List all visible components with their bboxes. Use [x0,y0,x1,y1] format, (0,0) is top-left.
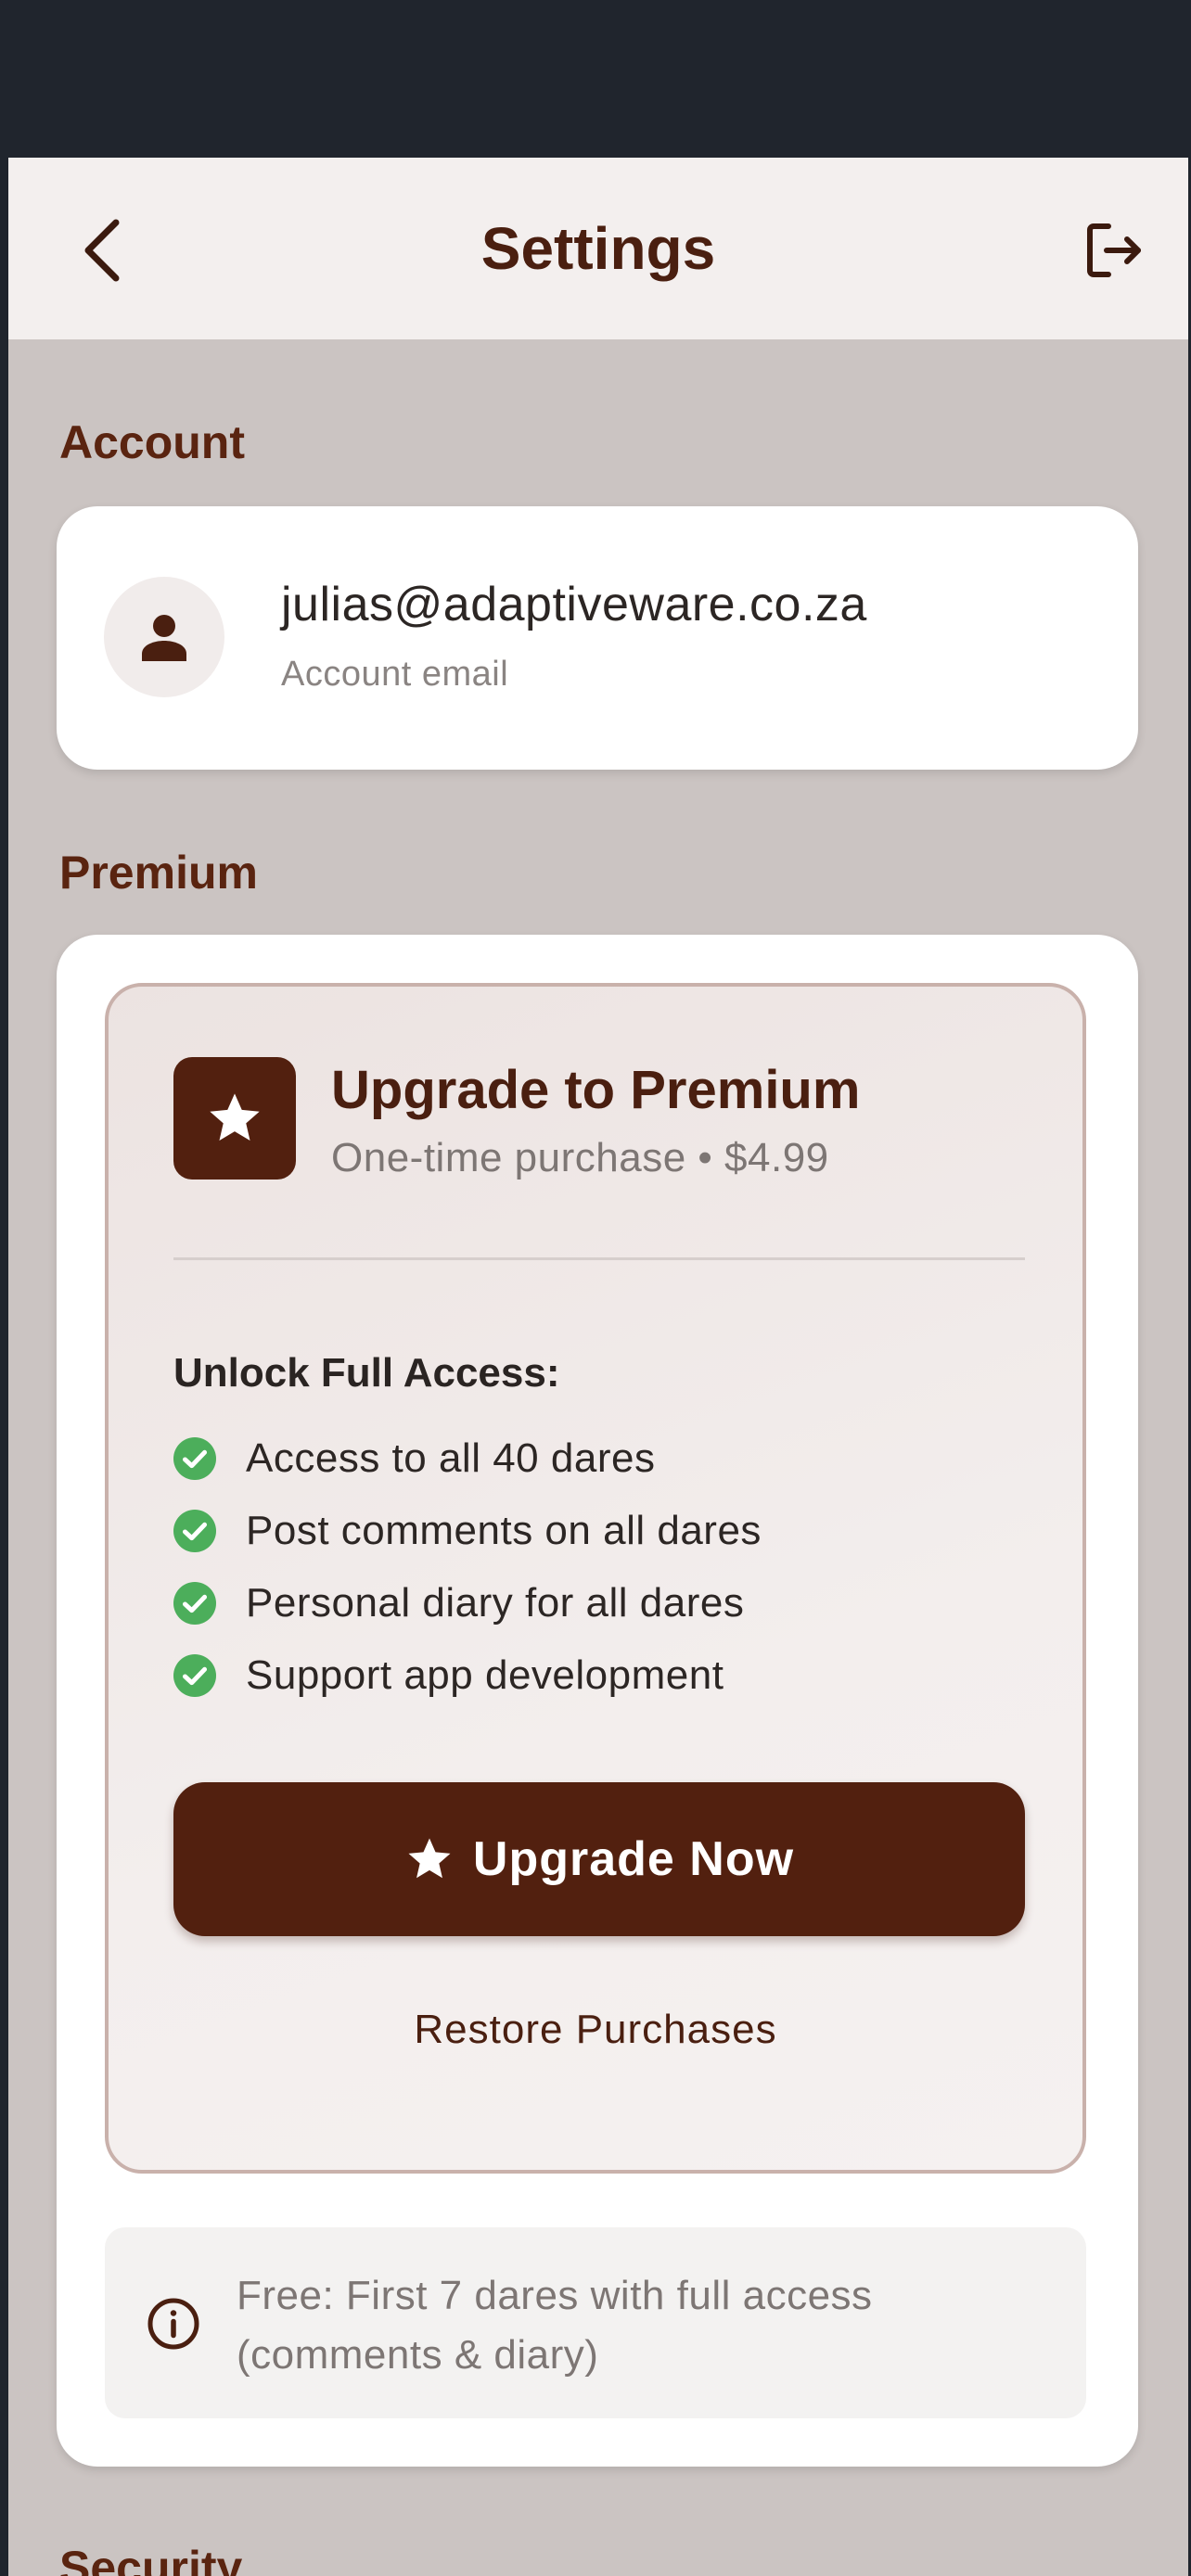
star-icon [210,1093,260,1141]
feature-text: Support app development [246,1652,724,1698]
upgrade-now-label: Upgrade Now [472,1832,795,1886]
feature-text: Access to all 40 dares [246,1435,656,1481]
account-card: julias@adaptiveware.co.za Account email [57,506,1138,770]
upgrade-now-button[interactable]: Upgrade Now [173,1782,1025,1936]
list-item: Post comments on all dares [173,1495,762,1567]
account-email: julias@adaptiveware.co.za [281,578,867,631]
page-title: Settings [480,215,716,282]
avatar [104,577,224,697]
list-item: Access to all 40 dares [173,1422,762,1495]
divider [173,1257,1025,1260]
feature-text: Post comments on all dares [246,1508,762,1553]
check-circle-icon [173,1654,216,1697]
free-info-box: Free: First 7 dares with full access (co… [105,2227,1086,2418]
check-circle-icon [173,1582,216,1625]
feature-text: Personal diary for all dares [246,1580,745,1626]
person-icon [142,615,186,661]
star-badge [173,1057,296,1180]
star-icon [408,1838,451,1879]
top-app-bar: Settings [8,158,1188,339]
back-button[interactable] [64,213,138,287]
check-circle-icon [173,1437,216,1480]
upgrade-price: One-time purchase • $4.99 [331,1135,829,1180]
feature-list: Access to all 40 dares Post comments on … [173,1422,762,1712]
restore-purchases-button[interactable]: Restore Purchases [109,2007,1082,2053]
premium-card: Upgrade to Premium One-time purchase • $… [57,935,1138,2467]
list-item: Personal diary for all dares [173,1567,762,1639]
list-item: Support app development [173,1639,762,1712]
free-info-text: Free: First 7 dares with full access (co… [237,2273,873,2378]
check-circle-icon [173,1510,216,1552]
logout-icon [1087,223,1141,277]
upgrade-title: Upgrade to Premium [331,1060,861,1120]
settings-screen: Settings Account julias@adaptiveware.co.… [8,158,1188,2576]
logout-button[interactable] [1075,211,1153,289]
upgrade-panel: Upgrade to Premium One-time purchase • $… [105,983,1086,2174]
security-section-title: Security [59,2542,243,2576]
account-section-title: Account [59,416,245,468]
account-email-label: Account email [281,655,509,694]
unlock-heading: Unlock Full Access: [173,1350,560,1396]
premium-section-title: Premium [59,847,258,899]
chevron-left-icon [84,219,120,282]
info-icon [147,2298,199,2350]
